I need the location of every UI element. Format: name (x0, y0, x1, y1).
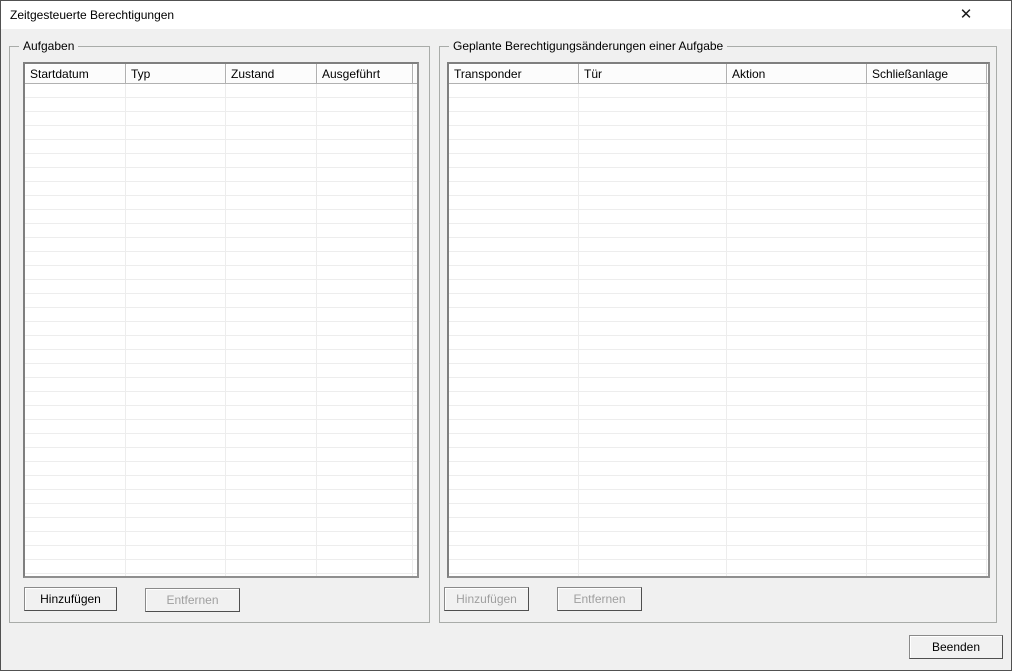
tasks-column-header-ausgefuehrt[interactable]: Ausgeführt (317, 64, 413, 83)
changes-column-header-schliessanlage[interactable]: Schließanlage (867, 64, 987, 83)
changes-column-header-tuer[interactable]: Tür (579, 64, 727, 83)
grid-line (125, 84, 126, 576)
tasks-column-header-typ[interactable]: Typ (126, 64, 226, 83)
changes-column-header-transponder[interactable]: Transponder (449, 64, 579, 83)
grid-line (866, 84, 867, 576)
grid-line (986, 84, 987, 576)
planned-changes-group: Geplante Berechtigungsänderungen einer A… (439, 46, 997, 623)
tasks-table[interactable]: Startdatum Typ Zustand Ausgeführt (23, 62, 419, 578)
planned-changes-table-body[interactable] (449, 84, 988, 576)
tasks-column-header-filler (413, 64, 417, 83)
grid-line (578, 84, 579, 576)
tasks-column-header-startdatum[interactable]: Startdatum (25, 64, 126, 83)
window-title: Zeitgesteuerte Berechtigungen (10, 8, 174, 22)
grid-line (726, 84, 727, 576)
close-icon[interactable]: ✕ (949, 3, 983, 27)
titlebar: Zeitgesteuerte Berechtigungen ✕ (1, 1, 1011, 29)
grid-line (412, 84, 413, 576)
grid-line (225, 84, 226, 576)
tasks-table-header: Startdatum Typ Zustand Ausgeführt (25, 64, 417, 84)
grid-line (316, 84, 317, 576)
changes-column-header-filler (987, 64, 988, 83)
tasks-add-button[interactable]: Hinzufügen (24, 587, 117, 611)
changes-column-header-aktion[interactable]: Aktion (727, 64, 867, 83)
dialog-window: Zeitgesteuerte Berechtigungen ✕ Aufgaben… (0, 0, 1012, 671)
tasks-group: Aufgaben Startdatum Typ Zustand Ausgefüh… (9, 46, 430, 623)
tasks-remove-button[interactable]: Entfernen (145, 588, 240, 612)
changes-add-button[interactable]: Hinzufügen (444, 587, 529, 611)
tasks-column-header-zustand[interactable]: Zustand (226, 64, 317, 83)
planned-changes-table-header: Transponder Tür Aktion Schließanlage (449, 64, 988, 84)
planned-changes-table[interactable]: Transponder Tür Aktion Schließanlage (447, 62, 990, 578)
changes-remove-button[interactable]: Entfernen (557, 587, 642, 611)
tasks-table-body[interactable] (25, 84, 417, 576)
tasks-group-label: Aufgaben (19, 39, 78, 54)
exit-button[interactable]: Beenden (909, 635, 1003, 659)
planned-changes-group-label: Geplante Berechtigungsänderungen einer A… (449, 39, 727, 54)
